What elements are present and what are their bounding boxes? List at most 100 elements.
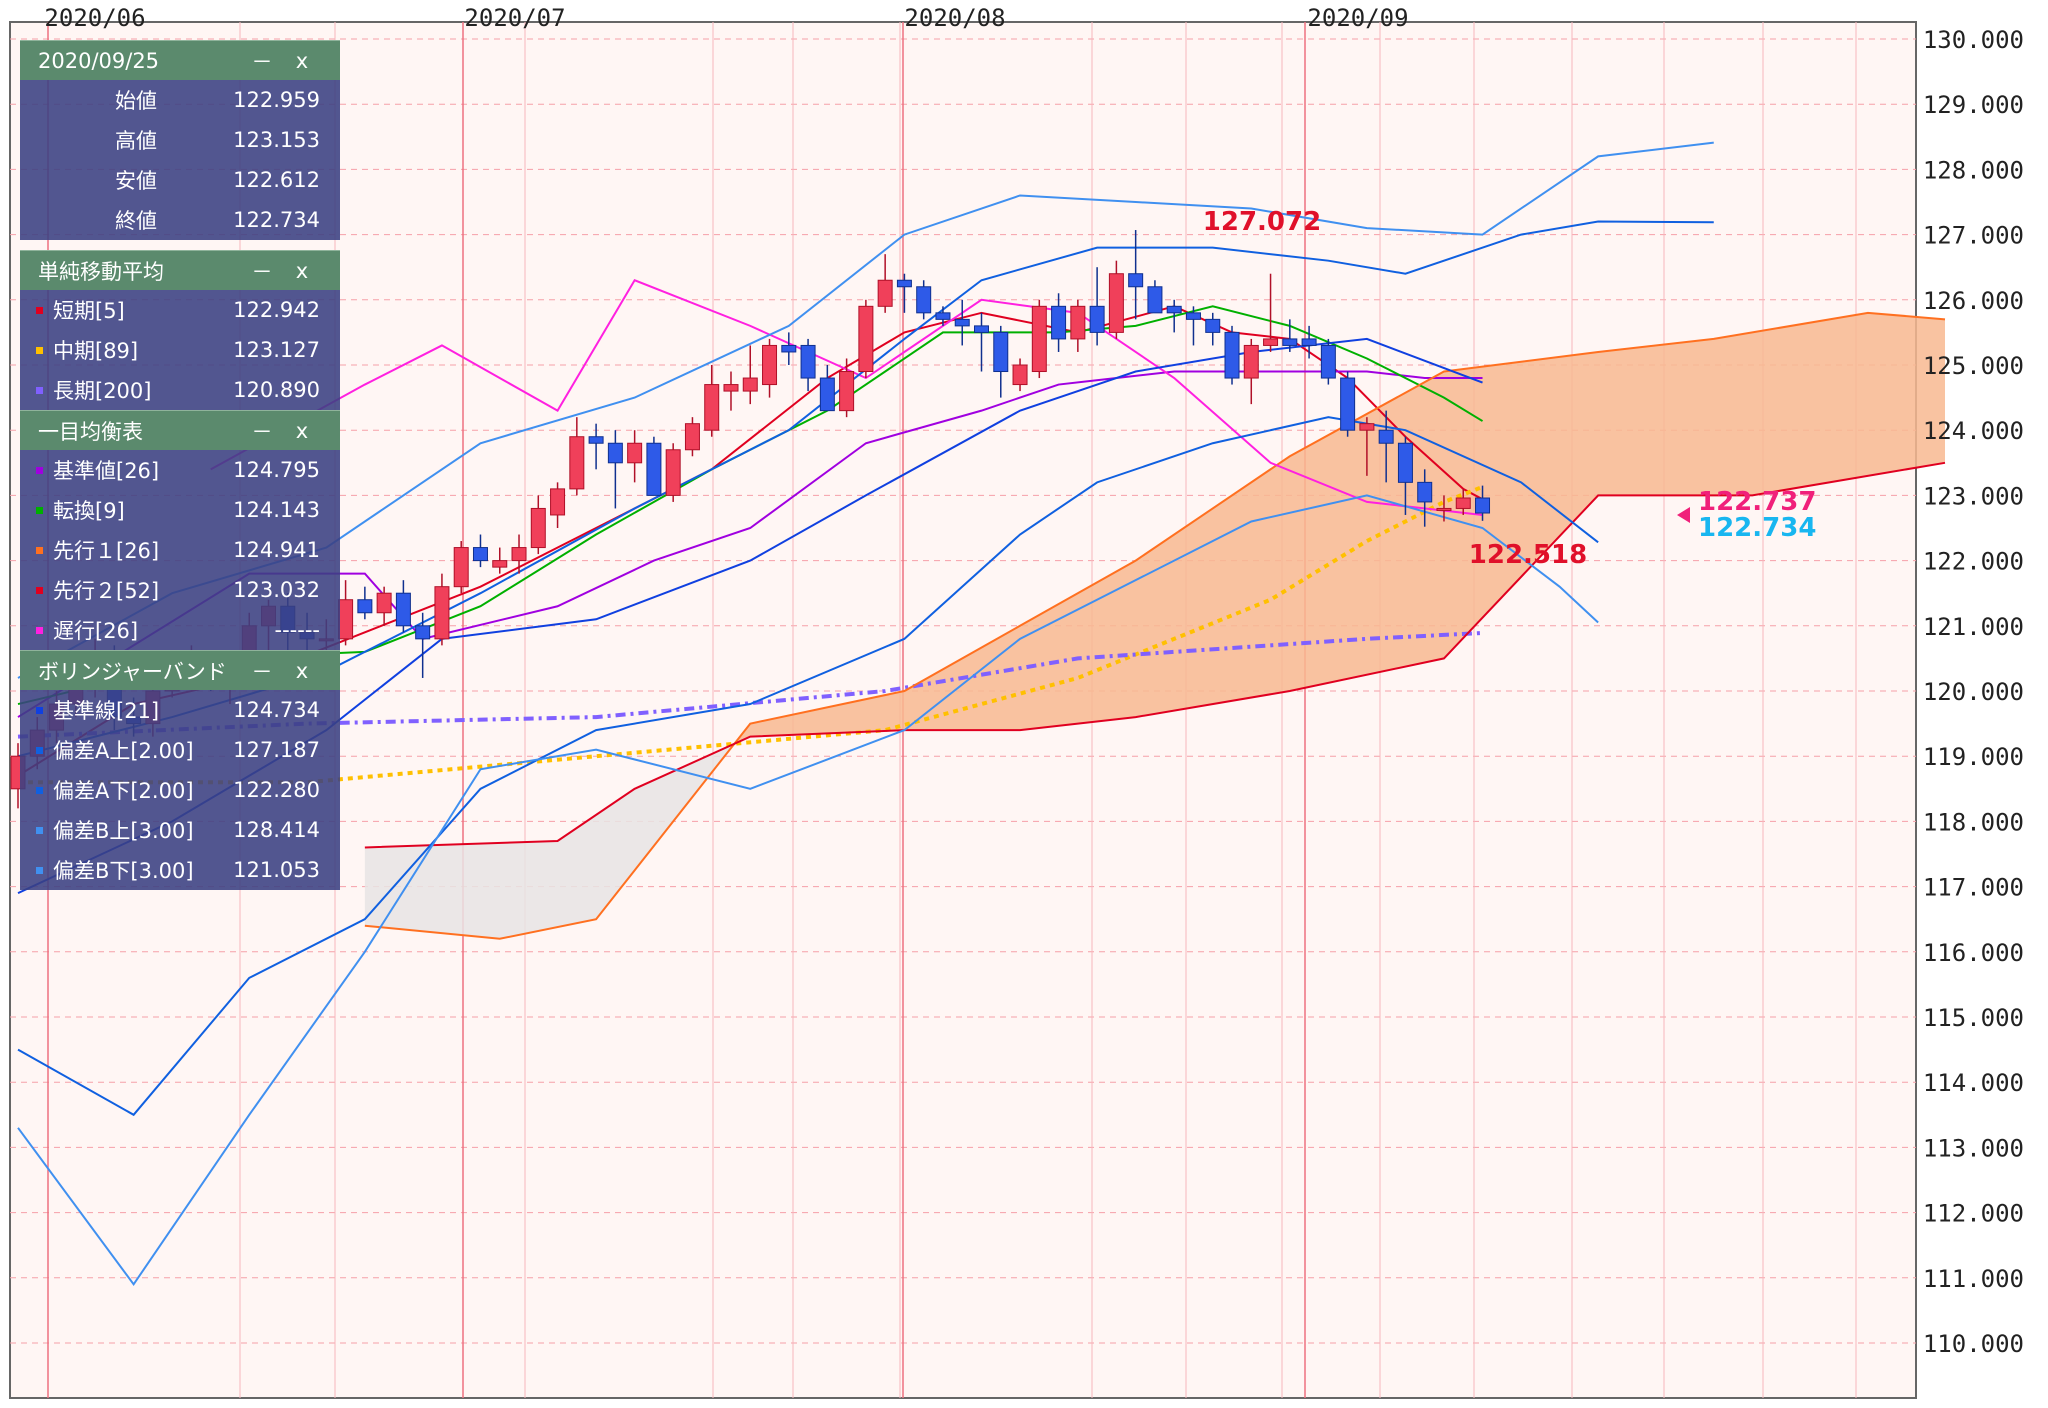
candle-body: [1475, 497, 1491, 514]
close-button[interactable]: x: [282, 659, 322, 683]
candle-body: [723, 384, 739, 392]
x-tick-label: 2020/07: [464, 4, 565, 32]
y-tick-label: 117.000: [1923, 874, 2024, 902]
legend-dot: [36, 306, 43, 314]
y-tick-label: 128.000: [1923, 156, 2024, 184]
candle-body: [1378, 429, 1394, 444]
candle-body: [1436, 507, 1452, 511]
x-tick-label: 2020/06: [44, 4, 145, 32]
bollinger-row-b-upper: 偏差B上[3.00] 128.414: [20, 810, 340, 850]
candle-body: [627, 442, 643, 464]
candle-body: [550, 488, 566, 516]
candle-body: [916, 286, 932, 314]
legend-dot: [36, 826, 43, 834]
candle-body: [1128, 273, 1144, 288]
candle-body: [607, 442, 623, 464]
legend-dot: [36, 466, 43, 474]
minimize-button[interactable]: －: [242, 416, 282, 446]
bollinger-row-a-upper: 偏差A上[2.00] 127.187: [20, 730, 340, 770]
close-button[interactable]: x: [282, 419, 322, 443]
ohlc-row-low: 安値 122.612: [115, 168, 320, 193]
candle-body: [974, 325, 989, 333]
y-tick-label: 126.000: [1923, 287, 2024, 315]
y-tick-label: 110.000: [1923, 1330, 2024, 1358]
candle-body: [935, 312, 951, 320]
candle-body: [588, 436, 604, 444]
candle-body: [684, 423, 700, 451]
legend-dot: [36, 386, 43, 394]
legend-dot: [36, 786, 43, 794]
candle-body: [1455, 497, 1471, 509]
y-tick-label: 129.000: [1923, 91, 2024, 119]
candle-body: [858, 305, 874, 373]
candle-body: [742, 377, 758, 392]
candle-body: [1108, 273, 1124, 333]
candle-body: [762, 344, 778, 386]
legend-dot: [36, 546, 43, 554]
bollinger-row-a-lower: 偏差A下[2.00] 122.280: [20, 770, 340, 810]
ohlc-panel: 2020/09/25 － x 始値 122.959 高値 123.153 安値 122…: [20, 40, 340, 240]
y-tick-label: 118.000: [1923, 808, 2024, 836]
candle-body: [1282, 338, 1298, 346]
ichimoku-panel: 一目均衡表 － x 基準値[26] 124.795 転換[9] 124.143 先行…: [20, 410, 340, 650]
candle-body: [492, 560, 508, 568]
minimize-button[interactable]: －: [242, 46, 282, 76]
candle-body: [1205, 318, 1221, 333]
y-tick-label: 119.000: [1923, 743, 2024, 771]
y-tick-label: 120.000: [1923, 678, 2024, 706]
candle-body: [395, 592, 411, 627]
candle-body: [1166, 305, 1182, 314]
y-tick-label: 115.000: [1923, 1004, 2024, 1032]
candle-body: [415, 625, 431, 640]
candle-body: [434, 586, 450, 640]
low-annotation: 122.518: [1469, 540, 1587, 570]
ichimoku-row-span1: 先行１[26] 124.941: [20, 530, 340, 570]
close-button[interactable]: x: [282, 49, 322, 73]
y-tick-label: 124.000: [1923, 417, 2024, 445]
candle-body: [1397, 442, 1413, 483]
candle-body: [1185, 312, 1201, 320]
bid-price-label: 122.734: [1698, 513, 1816, 543]
candle-body: [819, 377, 835, 412]
candle-body: [472, 547, 488, 562]
candle-body: [511, 547, 527, 562]
x-tick-label: 2020/08: [904, 4, 1005, 32]
sma-title: 単純移動平均: [38, 259, 164, 284]
candle-body: [1051, 305, 1067, 340]
candle-body: [781, 344, 797, 353]
sma-row-long: 長期[200] 120.890: [20, 370, 340, 410]
candle-body: [357, 599, 373, 614]
minimize-button[interactable]: －: [242, 656, 282, 686]
candle-body: [1031, 305, 1047, 373]
y-tick-label: 112.000: [1923, 1200, 2024, 1228]
minimize-button[interactable]: －: [242, 256, 282, 286]
bollinger-row-b-lower: 偏差B下[3.00] 121.053: [20, 850, 340, 890]
ichimoku-row-conversion: 転換[9] 124.143: [20, 490, 340, 530]
candle-body: [954, 318, 970, 327]
bollinger-row-mid: 基準線[21] 124.734: [20, 690, 340, 730]
candle-body: [1340, 377, 1356, 431]
y-tick-label: 123.000: [1923, 482, 2024, 510]
ichimoku-row-lagging: 遅行[26] ------: [20, 610, 340, 650]
sma-row-mid: 中期[89] 123.127: [20, 330, 340, 370]
y-tick-label: 111.000: [1923, 1265, 2024, 1293]
close-button[interactable]: x: [282, 259, 322, 283]
y-tick-label: 122.000: [1923, 548, 2024, 576]
y-tick-label: 114.000: [1923, 1069, 2024, 1097]
sma-panel: 単純移動平均 － x 短期[5] 122.942 中期[89] 123.127 長期…: [20, 250, 340, 410]
sma-panel-header: 単純移動平均 － x: [20, 250, 340, 290]
candle-body: [1147, 286, 1163, 314]
candle-body: [839, 371, 855, 412]
candle-body: [530, 507, 546, 549]
candle-body: [1070, 305, 1086, 340]
sma-row-short: 短期[5] 122.942: [20, 290, 340, 330]
ichimoku-row-span2: 先行２[52] 123.032: [20, 570, 340, 610]
candle-body: [338, 599, 354, 640]
ichimoku-row-base: 基準値[26] 124.795: [20, 450, 340, 490]
legend-dot: [36, 746, 43, 754]
bollinger-panel-header: ボリンジャーバンド － x: [20, 650, 340, 690]
candle-body: [1243, 344, 1259, 379]
y-tick-label: 116.000: [1923, 939, 2024, 967]
candle-body: [569, 436, 585, 490]
ichimoku-panel-header: 一目均衡表 － x: [20, 410, 340, 450]
